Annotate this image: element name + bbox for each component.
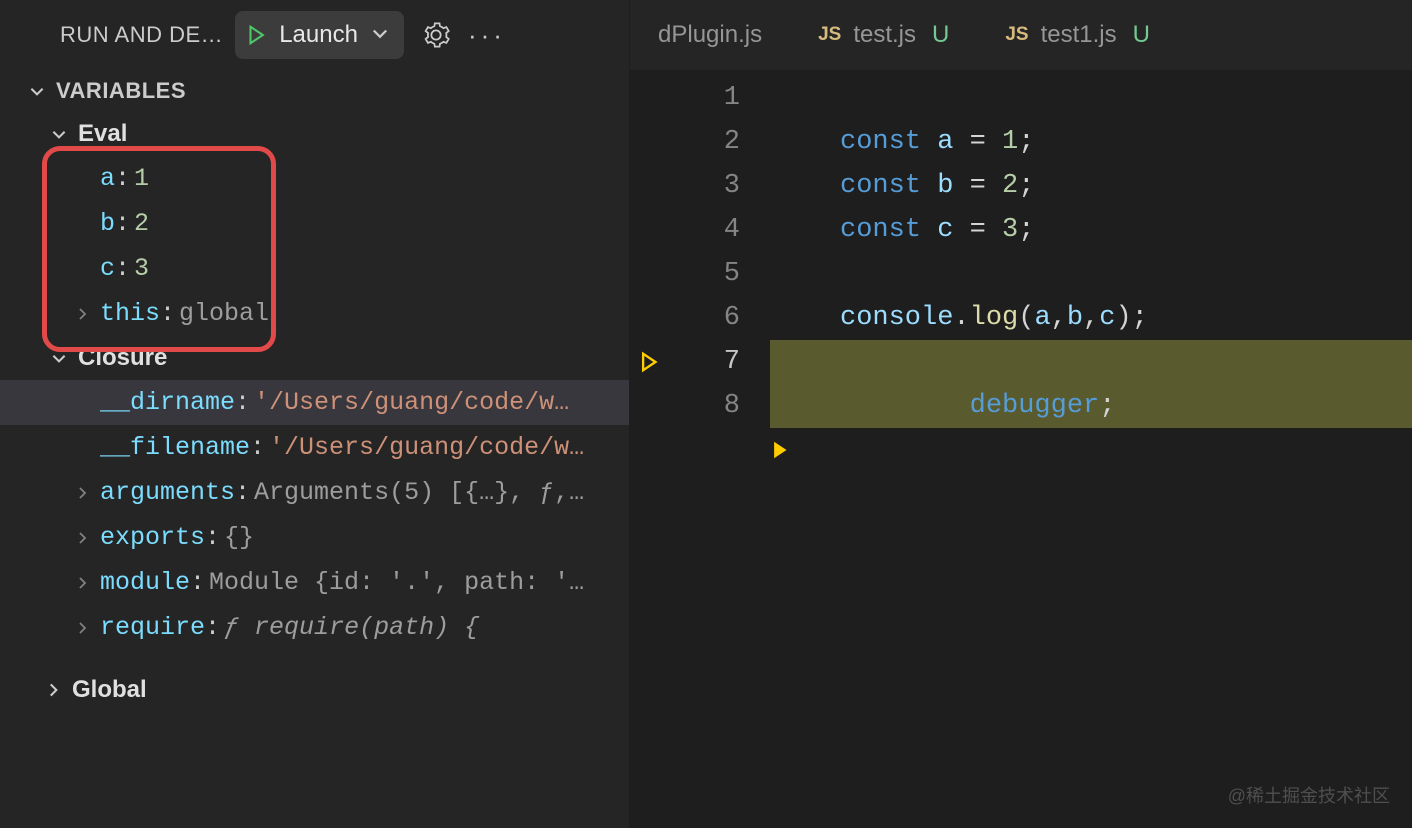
gutter-icons [630,76,670,828]
scope-global-label: Global [72,676,147,704]
chevron-down-icon[interactable] [370,23,390,48]
chevron-right-icon [74,575,92,591]
tab-label: test1.js [1041,21,1117,49]
chevron-right-icon [74,485,92,501]
scope-global[interactable]: Global [0,668,629,712]
run-debug-title: RUN AND DE… [60,22,223,48]
chevron-right-icon [74,620,92,636]
play-icon[interactable] [245,24,267,46]
more-icon[interactable]: ··· [468,20,506,51]
variable-value: {} [224,523,254,552]
variable-row[interactable]: __filename: '/Users/guang/code/w… [0,425,629,470]
scope-eval[interactable]: Eval [0,112,629,156]
variable-name: require [100,613,205,642]
tab-label: test.js [853,21,916,49]
variable-name: __filename [100,433,250,462]
variable-row[interactable]: require: ƒ require(path) { [0,605,629,650]
variable-value: '/Users/guang/code/w… [254,388,569,417]
variable-name: a [100,164,115,193]
scope-eval-label: Eval [78,120,127,148]
variable-row[interactable]: b: 2 [0,201,629,246]
variable-value: 3 [134,254,149,283]
launch-label: Launch [279,21,358,49]
variable-value: ƒ require(path) { [224,613,479,642]
chevron-right-icon [74,530,92,546]
tab-test1[interactable]: JS test1.js U [977,0,1178,70]
variable-value: 1 [134,164,149,193]
variables-label: VARIABLES [56,78,186,104]
tab-test[interactable]: JS test.js U [790,0,977,70]
debug-sidebar: RUN AND DE… Launch ··· VARIABLES Eval a:… [0,0,630,828]
variables-section-header[interactable]: VARIABLES [0,70,629,112]
js-icon: JS [1005,24,1028,46]
execution-pointer-icon [770,428,798,472]
variable-name: __dirname [100,388,235,417]
status-badge: U [932,21,949,49]
variable-value: Module {id: '.', path: '… [209,568,584,597]
variable-name: arguments [100,478,235,507]
variable-row[interactable]: c: 3 [0,246,629,291]
chevron-right-icon [44,681,62,699]
variable-name: exports [100,523,205,552]
variable-name: this [100,299,160,328]
variable-row[interactable]: a: 1 [0,156,629,201]
variable-name: module [100,568,190,597]
chevron-down-icon [28,82,46,100]
code-lines: const a = 1; const b = 2; const c = 3; c… [770,76,1412,828]
chevron-right-icon [74,306,92,322]
launch-config-selector[interactable]: Launch [235,11,404,59]
scope-closure[interactable]: Closure [0,336,629,380]
tab-dplugin[interactable]: dPlugin.js [630,0,790,70]
variable-row[interactable]: module: Module {id: '.', path: '… [0,560,629,605]
gear-icon[interactable] [422,21,450,49]
debug-header: RUN AND DE… Launch ··· [0,0,629,70]
variable-value: 2 [134,209,149,238]
variable-value: '/Users/guang/code/w… [269,433,584,462]
editor-area: dPlugin.js JS test.js U JS test1.js U 12… [630,0,1412,828]
variable-row[interactable]: this: global [0,291,629,336]
watermark: @稀土掘金技术社区 [1228,782,1390,808]
variable-name: b [100,209,115,238]
variable-row[interactable]: __dirname: '/Users/guang/code/w… [0,380,629,425]
variable-row[interactable]: exports: {} [0,515,629,560]
variable-name: c [100,254,115,283]
chevron-down-icon [50,125,68,143]
tab-label: dPlugin.js [658,21,762,49]
code-editor[interactable]: 12345678 const a = 1; const b = 2; const… [630,70,1412,828]
debug-breakpoint-icon [630,340,670,384]
scope-closure-label: Closure [78,344,167,372]
status-badge: U [1133,21,1150,49]
chevron-down-icon [50,349,68,367]
variable-row[interactable]: arguments: Arguments(5) [{…}, ƒ,… [0,470,629,515]
line-numbers: 12345678 [670,76,770,828]
editor-tabs: dPlugin.js JS test.js U JS test1.js U [630,0,1412,70]
js-icon: JS [818,24,841,46]
variable-value: Arguments(5) [{…}, ƒ,… [254,478,584,507]
variable-value: global [179,299,269,328]
